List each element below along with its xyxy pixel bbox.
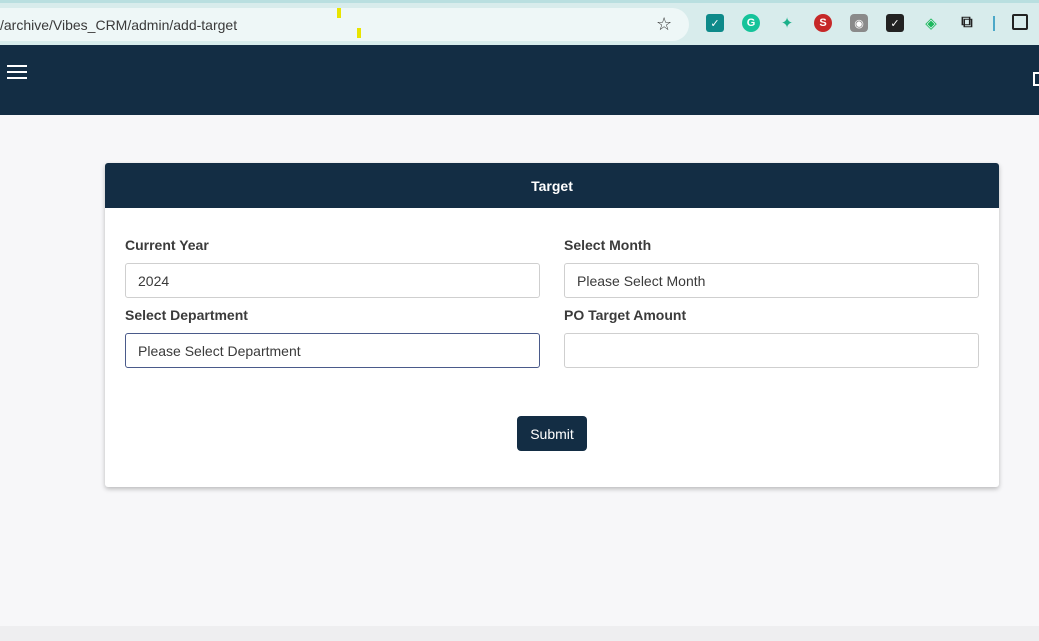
checklist-extension-icon[interactable]: ✓ bbox=[886, 14, 904, 32]
puzzle-icon[interactable]: ⧉ bbox=[958, 14, 976, 32]
department-select[interactable]: Please Select Department bbox=[125, 333, 540, 368]
camera-icon[interactable]: ◉ bbox=[850, 14, 868, 32]
month-field: Select Month Please Select Month bbox=[564, 237, 979, 298]
po-target-label: PO Target Amount bbox=[564, 307, 687, 323]
month-select[interactable]: Please Select Month bbox=[564, 263, 979, 298]
card-title: Target bbox=[105, 163, 999, 208]
eye-extension-icon[interactable]: ◈ bbox=[922, 14, 940, 32]
fullscreen-icon[interactable] bbox=[1033, 72, 1039, 86]
current-year-input[interactable]: 2024 bbox=[125, 263, 540, 298]
grammarly-icon[interactable]: G bbox=[742, 14, 760, 32]
extension-icon[interactable]: ✓ bbox=[706, 14, 724, 32]
current-year-label: Current Year bbox=[125, 237, 209, 253]
po-target-input[interactable] bbox=[564, 333, 979, 368]
browser-toolbar: /archive/Vibes_CRM/admin/add-target ☆ ✓ … bbox=[0, 0, 1039, 45]
hamburger-icon[interactable] bbox=[7, 65, 27, 81]
toolbar-divider bbox=[993, 16, 995, 31]
seo-extension-icon[interactable]: S bbox=[814, 14, 832, 32]
address-url[interactable]: /archive/Vibes_CRM/admin/add-target bbox=[0, 17, 237, 33]
bookmark-star-icon[interactable]: ☆ bbox=[656, 14, 672, 35]
po-target-field: PO Target Amount bbox=[564, 307, 979, 368]
footer-strip bbox=[0, 626, 1039, 641]
current-year-field: Current Year 2024 bbox=[125, 237, 540, 298]
extension-icon[interactable]: ✦ bbox=[778, 14, 796, 32]
sidepanel-icon[interactable] bbox=[1012, 14, 1028, 30]
submit-button[interactable]: Submit bbox=[517, 416, 587, 451]
cursor-marker bbox=[337, 8, 341, 18]
department-label: Select Department bbox=[125, 307, 248, 323]
cursor-marker bbox=[357, 28, 361, 38]
address-bar[interactable]: /archive/Vibes_CRM/admin/add-target ☆ bbox=[0, 8, 689, 41]
app-header bbox=[0, 45, 1039, 115]
target-card: Target Current Year 2024 Select Month Pl… bbox=[105, 163, 999, 487]
month-label: Select Month bbox=[564, 237, 652, 253]
department-field: Select Department Please Select Departme… bbox=[125, 307, 540, 368]
